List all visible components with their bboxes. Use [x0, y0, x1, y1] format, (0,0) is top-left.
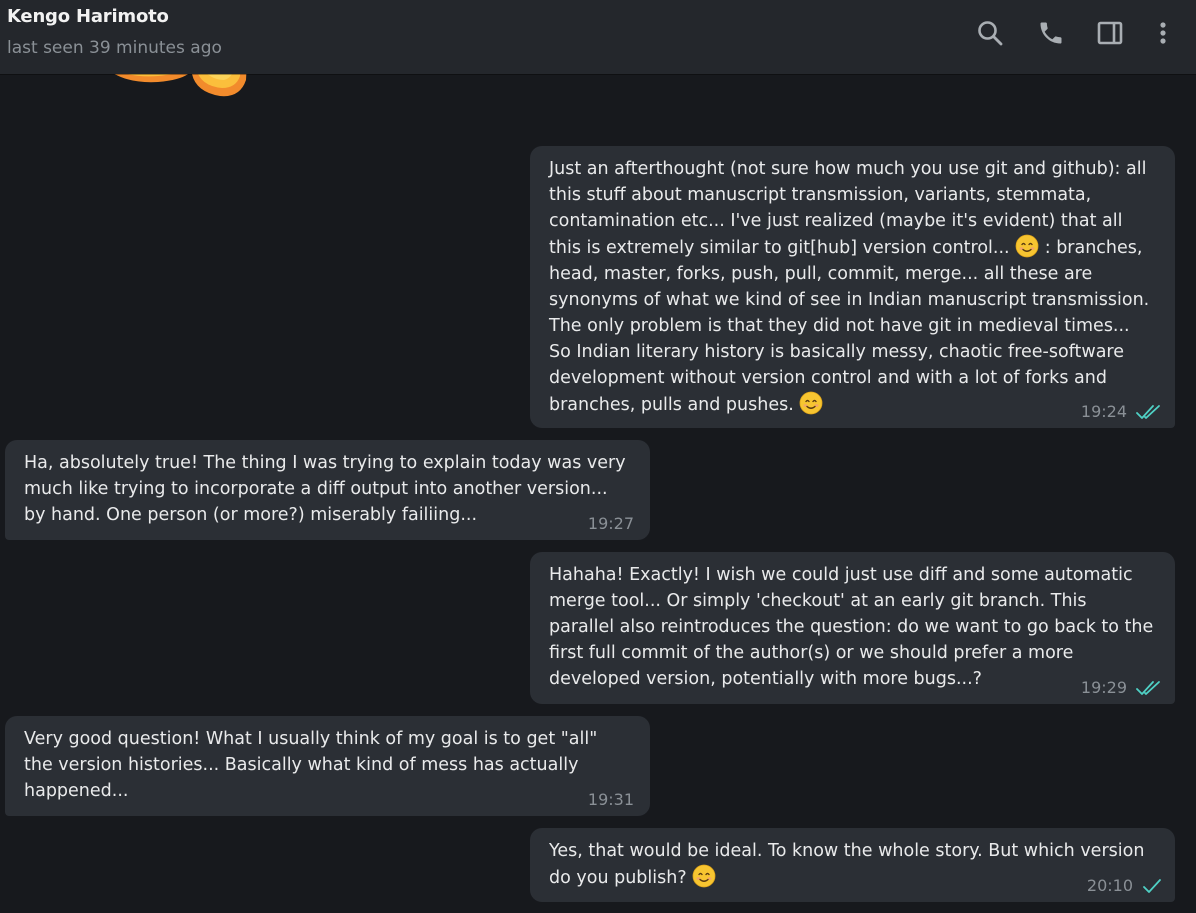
message-meta: 20:10 — [1087, 877, 1163, 895]
sidebar-toggle-button[interactable] — [1091, 14, 1129, 52]
search-icon — [978, 21, 1003, 46]
smiling-face-emoji-icon — [692, 864, 716, 888]
smiling-face-emoji-icon — [799, 391, 823, 415]
message-meta: 19:29 — [1081, 679, 1163, 697]
message-bubble-outgoing[interactable]: Yes, that would be ideal. To know the wh… — [530, 828, 1175, 902]
message-text: Ha, absolutely true! The thing I was try… — [24, 453, 626, 525]
message-time: 19:29 — [1080, 678, 1127, 697]
message-text: Very good question! What I usually think… — [24, 729, 598, 801]
double-check-read-icon — [1136, 681, 1160, 695]
message-time: 20:10 — [1086, 876, 1133, 895]
message-time: 19:27 — [587, 514, 634, 533]
message-text: Yes, that would be ideal. To know the wh… — [549, 841, 1145, 888]
message-text: Just an afterthought (not sure how much … — [549, 159, 1150, 415]
more-button[interactable] — [1144, 14, 1182, 52]
message-meta: 19:24 — [1081, 403, 1163, 421]
message-bubble-outgoing[interactable]: Just an afterthought (not sure how much … — [530, 146, 1175, 428]
single-check-sent-icon — [1143, 879, 1161, 893]
call-button[interactable] — [1032, 14, 1070, 52]
search-button[interactable] — [971, 14, 1009, 52]
double-check-read-icon — [1136, 405, 1160, 419]
message-time: 19:24 — [1080, 402, 1127, 421]
contact-status: last seen 39 minutes ago — [7, 38, 222, 58]
message-bubble-incoming[interactable]: Ha, absolutely true! The thing I was try… — [5, 440, 650, 540]
contact-name[interactable]: Kengo Harimoto — [7, 6, 169, 27]
message-bubble-outgoing[interactable]: Hahaha! Exactly! I wish we could just us… — [530, 552, 1175, 704]
chat-header: Kengo Harimoto last seen 39 minutes ago — [0, 0, 1196, 74]
message-time: 19:31 — [587, 790, 634, 809]
smiling-face-emoji-icon — [1015, 234, 1039, 258]
more-vertical-icon — [1160, 22, 1166, 44]
message-text: Hahaha! Exactly! I wish we could just us… — [549, 565, 1154, 689]
sidebar-toggle-icon — [1097, 21, 1123, 45]
chat-window: Kengo Harimoto last seen 39 minutes ago — [0, 0, 1196, 913]
message-bubble-incoming[interactable]: Very good question! What I usually think… — [5, 716, 650, 816]
message-meta: 19:27 — [588, 515, 634, 533]
phone-icon — [1040, 22, 1062, 44]
message-meta: 19:31 — [588, 791, 634, 809]
